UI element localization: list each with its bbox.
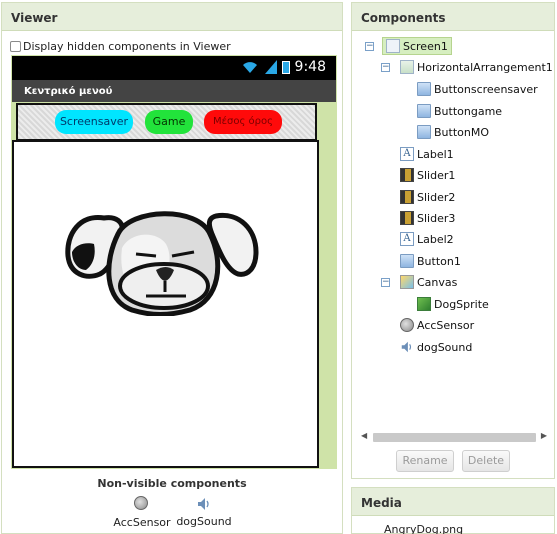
nonvisible-label: AccSensor [113,516,171,529]
button-icon [417,82,431,96]
screensaver-button[interactable]: Screensaver [55,110,133,134]
canvas[interactable] [12,140,319,468]
tree-item-label: Slider2 [417,190,456,204]
average-button[interactable]: Μέσος όρος [204,110,282,134]
delete-button[interactable]: Delete [462,450,510,472]
viewer-panel: Viewer Display hidden components in View… [1,2,343,534]
tree-item-label: Screen1 [403,39,448,53]
viewer-title: Viewer [2,3,342,31]
tree-item-slider1[interactable]: Slider1 [400,166,455,184]
rename-button[interactable]: Rename [396,450,454,472]
tree-item-slider3[interactable]: Slider3 [400,209,455,227]
tree-item-label: ButtonMO [434,125,489,139]
status-bar: 9:48 [12,56,336,80]
display-hidden-components-checkbox[interactable]: Display hidden components in Viewer [10,40,231,53]
media-item[interactable]: AngryDog.png [384,523,463,534]
scroll-left-icon[interactable]: ◀ [361,431,367,440]
dog-sprite-image[interactable] [60,204,260,316]
components-panel: Components − Screen1 − HorizontalArrange… [351,2,555,479]
collapse-toggle[interactable]: − [365,42,374,51]
tree-item-label: Slider1 [417,168,456,182]
tree-item-buttonscreensaver[interactable]: Buttonscreensaver [417,80,538,98]
nonvisible-label: dogSound [176,515,232,528]
speaker-icon [401,341,412,353]
button-icon [417,125,431,139]
horizontal-arrangement[interactable]: Screensaver Game Μέσος όρος [16,103,317,141]
tree-item-label1[interactable]: A Label1 [400,145,454,163]
tree-item-screen1[interactable]: Screen1 [382,37,452,55]
tree-item-label: Button1 [417,254,461,268]
components-title: Components [352,3,554,31]
checkbox-box[interactable] [10,41,21,52]
tree-item-button1[interactable]: Button1 [400,252,461,270]
tree-item-label: Buttonscreensaver [434,82,538,96]
label-icon: A [400,232,414,246]
tree-item-canvas[interactable]: Canvas [400,273,457,291]
scroll-thumb[interactable] [373,433,536,442]
nonvisible-dogsound[interactable]: dogSound [174,496,234,528]
nonvisible-accsensor[interactable]: AccSensor [112,496,172,529]
screen-title: Κεντρικό μενού [12,80,336,102]
collapse-toggle[interactable]: − [381,63,390,72]
label-icon: A [400,147,414,161]
tree-item-label: AccSensor [417,318,475,332]
signal-icon [264,60,277,74]
tree-item-buttonmo[interactable]: ButtonMO [417,123,489,141]
collapse-toggle[interactable]: − [381,278,390,287]
nonvisible-components-title: Non-visible components [97,477,247,490]
tree-item-dogsound[interactable]: dogSound [400,338,472,356]
tree-item-label: Slider3 [417,211,456,225]
tree-item-label: DogSprite [434,297,489,311]
tree-item-label: HorizontalArrangement1 [417,60,553,74]
tree-item-label: dogSound [417,340,473,354]
tree-item-label: Label2 [417,232,454,246]
game-button[interactable]: Game [145,110,193,134]
button-icon [417,104,431,118]
media-title: Media [352,488,554,516]
horizontal-arrangement-icon [400,60,414,74]
scroll-right-icon[interactable]: ▶ [541,431,547,440]
image-sprite-icon [417,297,431,311]
status-time: 9:48 [294,59,326,75]
speaker-icon [198,498,209,510]
media-panel: Media AngryDog.png [351,487,555,534]
slider-icon [400,168,414,182]
tree-item-horizontalarrangement1[interactable]: HorizontalArrangement1 [400,58,553,76]
screen-icon [386,39,400,53]
wifi-icon [242,62,257,73]
tree-item-label: Canvas [417,275,458,289]
accelerometer-icon [400,318,414,332]
tree-item-slider2[interactable]: Slider2 [400,188,455,206]
tree-item-accsensor[interactable]: AccSensor [400,316,474,334]
battery-icon [281,60,290,74]
slider-icon [400,211,414,225]
tree-item-label2[interactable]: A Label2 [400,230,454,248]
display-hidden-components-label: Display hidden components in Viewer [23,40,231,53]
canvas-icon [400,275,414,289]
tree-item-label: Buttongame [434,104,503,118]
slider-icon [400,190,414,204]
tree-item-buttongame[interactable]: Buttongame [417,102,502,120]
tree-item-label: Label1 [417,147,454,161]
tree-item-dogsprite[interactable]: DogSprite [417,295,489,313]
horizontal-scrollbar[interactable]: ◀ ▶ [361,431,547,443]
button-icon [400,254,414,268]
accelerometer-icon [133,496,148,510]
